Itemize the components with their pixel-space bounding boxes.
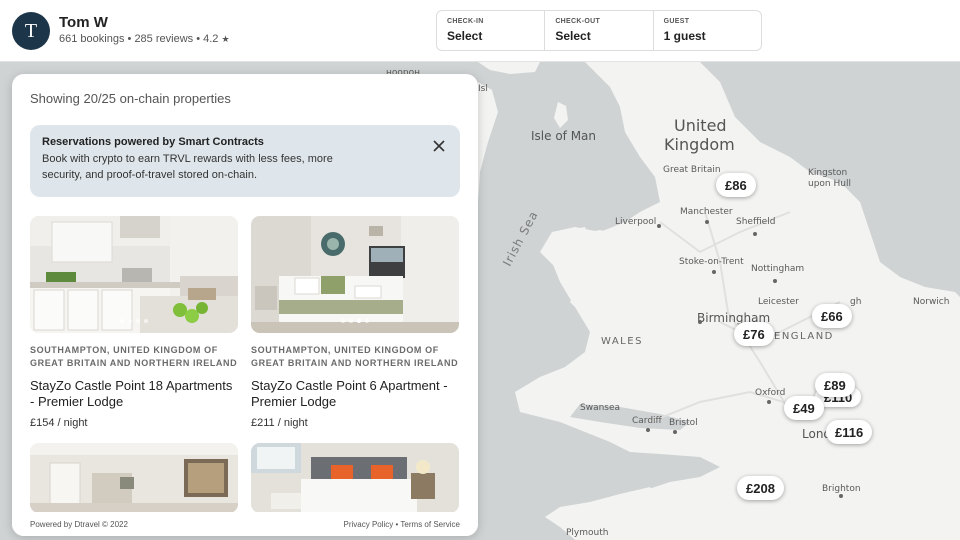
- listing-photo-kitchen[interactable]: [30, 216, 238, 333]
- price-marker[interactable]: £76: [734, 322, 774, 346]
- checkin-value[interactable]: Select: [447, 29, 534, 43]
- map-label-edge-top: Isl: [478, 84, 488, 94]
- city-dot: [705, 220, 709, 224]
- map-label-upon-hull: upon Hull: [808, 179, 851, 189]
- reviews-count: 285 reviews: [134, 33, 194, 45]
- listing-location: SOUTHAMPTON, UNITED KINGDOM OF GREAT BRI…: [251, 345, 459, 368]
- map-label-isle-of-man: Isle of Man: [531, 129, 597, 143]
- banner-title: Reservations powered by Smart Contracts: [42, 136, 264, 148]
- map-label-norwich: Norwich: [913, 297, 950, 307]
- bedroom-photo-2: [251, 443, 459, 513]
- checkout-value[interactable]: Select: [555, 29, 642, 43]
- city-dot: [753, 232, 757, 236]
- listings-panel[interactable]: Showing 20/25 on-chain properties Reserv…: [12, 74, 478, 536]
- listing-card[interactable]: SOUTHAMPTON, UNITED KINGDOM OF GREAT BRI…: [251, 216, 459, 429]
- price-marker[interactable]: £66: [812, 304, 852, 328]
- price-marker[interactable]: £208: [737, 476, 784, 500]
- carousel-dots: [251, 319, 459, 323]
- checkin-field[interactable]: CHECK-IN Select: [437, 11, 546, 50]
- map-label-sheffield: Sheffield: [736, 217, 776, 227]
- host-stats: 661 bookings • 285 reviews • 4.2 ★: [59, 33, 230, 45]
- header: T Tom W 661 bookings • 285 reviews • 4.2…: [0, 0, 960, 62]
- price-marker[interactable]: £86: [716, 173, 756, 197]
- listing-photo-room[interactable]: [30, 443, 238, 513]
- checkout-field[interactable]: CHECK-OUT Select: [545, 11, 654, 50]
- price-marker[interactable]: £89: [815, 373, 855, 397]
- host-name: Tom W: [59, 14, 108, 31]
- map-label-kingdom: Kingdom: [664, 135, 735, 154]
- map-label-nottingham: Nottingham: [751, 264, 805, 274]
- results-count: Showing 20/25 on-chain properties: [30, 91, 231, 106]
- listing-card[interactable]: SOUTHAMPTON, UNITED KINGDOM OF GREAT BRI…: [30, 216, 238, 429]
- avatar[interactable]: T: [12, 12, 50, 50]
- privacy-policy-link[interactable]: Privacy Policy: [344, 520, 394, 529]
- map-label-great-britain: Great Britain: [663, 165, 721, 175]
- star-icon: ★: [221, 34, 230, 44]
- city-dot: [646, 428, 650, 432]
- city-dot: [657, 224, 661, 228]
- city-dot: [767, 400, 771, 404]
- listing-location: SOUTHAMPTON, UNITED KINGDOM OF GREAT BRI…: [30, 345, 238, 368]
- listing-title[interactable]: StayZo Castle Point 6 Apartment - Premie…: [251, 378, 459, 410]
- checkin-label: CHECK-IN: [447, 18, 484, 25]
- bookings-count: 661 bookings: [59, 33, 125, 45]
- footer-separator: •: [395, 520, 399, 529]
- terms-of-service-link[interactable]: Terms of Service: [400, 520, 460, 529]
- guest-value[interactable]: 1 guest: [664, 29, 751, 43]
- map-label-kingston: Kingston: [808, 168, 848, 178]
- city-dot: [712, 270, 716, 274]
- map-label-bristol: Bristol: [669, 418, 698, 428]
- listing-price: £211 / night: [251, 417, 308, 429]
- map-label-stoke: Stoke-on-Trent: [679, 257, 744, 267]
- listing-photo-bedroom[interactable]: [251, 216, 459, 333]
- smart-contract-banner: Reservations powered by Smart Contracts …: [30, 125, 460, 197]
- map-label-brighton: Brighton: [822, 484, 861, 494]
- city-dot: [673, 430, 677, 434]
- price-marker[interactable]: £116: [826, 420, 873, 444]
- map-label-manchester: Manchester: [680, 207, 733, 217]
- city-dot: [698, 320, 702, 324]
- close-icon[interactable]: [432, 139, 446, 153]
- carousel-dots: [30, 319, 238, 323]
- map-label-oxford: Oxford: [755, 388, 786, 398]
- listing-photo-bedroom-2[interactable]: [251, 443, 459, 513]
- map-label-united: United: [674, 116, 727, 135]
- rating-value: 4.2: [203, 33, 219, 45]
- city-dot: [839, 494, 843, 498]
- map-label-edge-gh: gh: [850, 297, 862, 307]
- powered-by: Powered by Dtravel © 2022: [30, 520, 128, 529]
- guest-field[interactable]: GUEST 1 guest: [654, 11, 761, 50]
- map-label-wales: WALES: [601, 336, 643, 347]
- map-label-plymouth: Plymouth: [566, 528, 609, 538]
- footer-links: Privacy Policy • Terms of Service: [344, 520, 461, 529]
- checkout-label: CHECK-OUT: [555, 18, 601, 25]
- booking-bar: CHECK-IN Select CHECK-OUT Select GUEST 1…: [436, 10, 762, 51]
- bedroom-photo: [251, 216, 459, 333]
- map-label-swansea: Swansea: [580, 403, 621, 413]
- guest-label: GUEST: [663, 18, 690, 25]
- map-label-leicester: Leicester: [758, 297, 799, 307]
- city-dot: [773, 279, 777, 283]
- stats-separator: •: [196, 33, 201, 45]
- map-label-england: ENGLAND: [774, 331, 834, 342]
- map-label-cardiff: Cardiff: [632, 416, 662, 426]
- price-marker[interactable]: £49: [784, 396, 824, 420]
- listing-title[interactable]: StayZo Castle Point 18 Apartments - Prem…: [30, 378, 238, 410]
- room-photo: [30, 443, 238, 513]
- stats-separator: •: [127, 33, 132, 45]
- map-label-liverpool: Liverpool: [615, 217, 657, 227]
- listing-price: £154 / night: [30, 417, 88, 429]
- kitchen-photo: [30, 216, 238, 333]
- banner-body: Book with crypto to earn TRVL rewards wi…: [42, 153, 333, 181]
